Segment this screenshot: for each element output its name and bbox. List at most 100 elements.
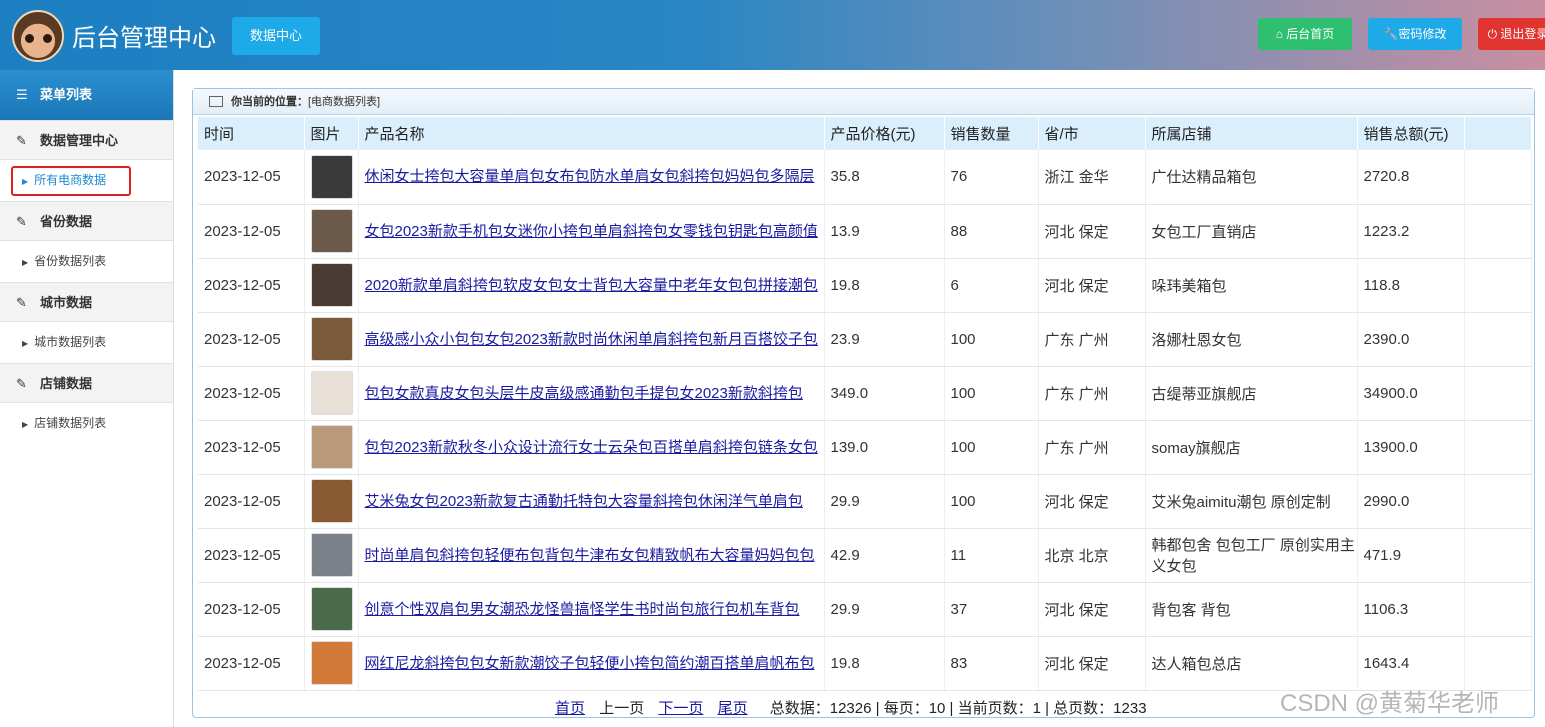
product-link[interactable]: 时尚单肩包斜挎包轻便布包背包牛津布女包精致帆布大容量妈妈包包 [365, 545, 824, 566]
product-thumbnail[interactable] [310, 209, 353, 253]
table-row: 2023-12-05 艾米兔女包2023新款复古通勤托特包大容量斜挎包休闲洋气单肩… [198, 474, 1532, 529]
highlight-box [11, 166, 131, 196]
power-icon: ⏻ [1487, 27, 1501, 41]
product-thumbnail[interactable] [310, 641, 353, 685]
change-password-button[interactable]: 🔧密码修改 [1368, 18, 1462, 50]
column-header: 产品价格(元) [824, 117, 945, 150]
product-thumbnail[interactable] [310, 371, 353, 415]
sidebar-group-data-center[interactable]: ✎ 数据管理中心 [0, 120, 173, 160]
product-link[interactable]: 艾米兔女包2023新款复古通勤托特包大容量斜挎包休闲洋气单肩包 [365, 491, 824, 512]
shop-cell: 达人箱包总店 [1145, 636, 1358, 691]
sidebar-group-shop[interactable]: ✎ 店铺数据 [0, 363, 173, 403]
empty-cell [1464, 636, 1532, 691]
region-cell: 广东 广州 [1038, 420, 1146, 475]
product-link[interactable]: 高级感小众小包包女包2023新款时尚休闲单肩斜挎包新月百搭饺子包 [365, 329, 824, 350]
next-page-link[interactable]: 下一页 [658, 700, 703, 717]
product-link[interactable]: 休闲女士挎包大容量单肩包女布包防水单肩女包斜挎包妈妈包多隔层 [365, 166, 824, 187]
quantity-cell: 76 [944, 150, 1039, 205]
product-name-cell: 休闲女士挎包大容量单肩包女布包防水单肩女包斜挎包妈妈包多隔层 [358, 150, 825, 205]
main-panel: 你当前的位置：[电商数据列表] 时间 图片 产品名称 产品价格(元) 销售数量 省/市 所属… [192, 88, 1535, 718]
time-cell: 2023-12-05 [198, 366, 305, 421]
data-center-button[interactable]: 数据中心 [232, 17, 320, 55]
ecommerce-table: 时间 图片 产品名称 产品价格(元) 销售数量 省/市 所属店铺 销售总额(元) 2023-1… [198, 117, 1532, 691]
quantity-cell: 11 [944, 528, 1039, 583]
column-header-empty [1464, 117, 1532, 150]
product-link[interactable]: 女包2023新款手机包女迷你小挎包单肩斜挎包女零钱包钥匙包高颜值 [365, 221, 824, 242]
price-cell: 139.0 [824, 420, 945, 475]
image-cell [304, 366, 359, 421]
list-icon: ☰ [16, 87, 28, 102]
product-link[interactable]: 创意个性双肩包男女潮恐龙怪兽搞怪学生书时尚包旅行包机车背包 [365, 599, 824, 620]
home-icon: ⌂ [1275, 27, 1287, 41]
total-cell: 118.8 [1357, 258, 1465, 313]
edit-icon: ✎ [16, 133, 27, 148]
product-link[interactable]: 网红尼龙斜挎包包女新款潮饺子包轻便小挎包简约潮百搭单肩帆布包 [365, 653, 824, 674]
product-name-cell: 包包女款真皮女包头层牛皮高级感通勤包手提包女2023新款斜挎包 [358, 366, 825, 421]
empty-cell [1464, 258, 1532, 313]
product-thumbnail[interactable] [310, 154, 353, 199]
region-cell: 广东 广州 [1038, 366, 1146, 421]
region-cell: 河北 保定 [1038, 204, 1146, 259]
product-thumbnail[interactable] [310, 263, 353, 307]
table-row: 2023-12-05 高级感小众小包包女包2023新款时尚休闲单肩斜挎包新月百搭饺… [198, 312, 1532, 367]
product-thumbnail[interactable] [310, 479, 353, 523]
product-name-cell: 网红尼龙斜挎包包女新款潮饺子包轻便小挎包简约潮百搭单肩帆布包 [358, 636, 825, 691]
product-thumbnail[interactable] [310, 533, 353, 577]
prev-page-text: 上一页 [599, 700, 645, 717]
region-cell: 河北 保定 [1038, 258, 1146, 313]
top-header: 后台管理中心 数据中心 ⌂ 后台首页 🔧密码修改 ⏻ 退出登录 [0, 0, 1545, 70]
sidebar-group-province[interactable]: ✎ 省份数据 [0, 201, 173, 241]
edit-icon: ✎ [16, 214, 27, 229]
first-page-link[interactable]: 首页 [555, 700, 585, 717]
time-cell: 2023-12-05 [198, 258, 305, 313]
product-name-cell: 创意个性双肩包男女潮恐龙怪兽搞怪学生书时尚包旅行包机车背包 [358, 582, 825, 637]
last-page-link[interactable]: 尾页 [718, 700, 748, 717]
logout-button[interactable]: ⏻ 退出登录 [1478, 18, 1545, 50]
sidebar-item-all-ecommerce[interactable]: ▶ 所有电商数据 [0, 160, 173, 201]
quantity-cell: 83 [944, 636, 1039, 691]
product-name-cell: 艾米兔女包2023新款复古通勤托特包大容量斜挎包休闲洋气单肩包 [358, 474, 825, 529]
product-name-cell: 包包2023新款秋冬小众设计流行女士云朵包百搭单肩斜挎包链条女包 [358, 420, 825, 475]
product-name-cell: 高级感小众小包包女包2023新款时尚休闲单肩斜挎包新月百搭饺子包 [358, 312, 825, 367]
quantity-cell: 37 [944, 582, 1039, 637]
column-header: 销售数量 [944, 117, 1039, 150]
region-cell: 河北 保定 [1038, 474, 1146, 529]
price-cell: 42.9 [824, 528, 945, 583]
column-header: 省/市 [1038, 117, 1146, 150]
time-cell: 2023-12-05 [198, 528, 305, 583]
quantity-cell: 100 [944, 366, 1039, 421]
product-thumbnail[interactable] [310, 425, 353, 469]
sidebar-item-city-list[interactable]: ▶ 城市数据列表 [0, 322, 173, 363]
sidebar-item-province-list[interactable]: ▶ 省份数据列表 [0, 241, 173, 282]
empty-cell [1464, 312, 1532, 367]
empty-cell [1464, 474, 1532, 529]
shop-cell: 古缇蒂亚旗舰店 [1145, 366, 1358, 421]
column-header: 产品名称 [358, 117, 825, 150]
image-cell [304, 150, 359, 205]
image-cell [304, 258, 359, 313]
product-thumbnail[interactable] [310, 587, 353, 631]
pager-summary: 总数据：12326 | 每页：10 | 当前页数：1 | 总页数：1233 [769, 700, 1147, 717]
time-cell: 2023-12-05 [198, 420, 305, 475]
home-button[interactable]: ⌂ 后台首页 [1258, 18, 1352, 50]
shop-cell: 艾米兔aimitu潮包 原创定制 [1145, 474, 1358, 529]
region-cell: 河北 保定 [1038, 582, 1146, 637]
region-cell: 浙江 金华 [1038, 150, 1146, 205]
table-row: 2023-12-05 包包2023新款秋冬小众设计流行女士云朵包百搭单肩斜挎包链条… [198, 420, 1532, 475]
product-link[interactable]: 包包2023新款秋冬小众设计流行女士云朵包百搭单肩斜挎包链条女包 [365, 437, 824, 458]
image-cell [304, 204, 359, 259]
time-cell: 2023-12-05 [198, 474, 305, 529]
sidebar-group-city[interactable]: ✎ 城市数据 [0, 282, 173, 322]
table-header-row: 时间 图片 产品名称 产品价格(元) 销售数量 省/市 所属店铺 销售总额(元) [198, 117, 1532, 150]
total-cell: 2390.0 [1357, 312, 1465, 367]
sidebar-item-shop-list[interactable]: ▶ 店铺数据列表 [0, 403, 173, 444]
region-cell: 河北 保定 [1038, 636, 1146, 691]
product-link[interactable]: 包包女款真皮女包头层牛皮高级感通勤包手提包女2023新款斜挎包 [365, 383, 824, 404]
total-cell: 1643.4 [1357, 636, 1465, 691]
shop-cell: 洛娜杜恩女包 [1145, 312, 1358, 367]
total-cell: 1223.2 [1357, 204, 1465, 259]
product-thumbnail[interactable] [310, 317, 353, 361]
product-link[interactable]: 2020新款单肩斜挎包软皮女包女士背包大容量中老年女包包拼接潮包 [365, 275, 824, 296]
image-cell [304, 582, 359, 637]
table-row: 2023-12-05 女包2023新款手机包女迷你小挎包单肩斜挎包女零钱包钥匙包高… [198, 204, 1532, 259]
